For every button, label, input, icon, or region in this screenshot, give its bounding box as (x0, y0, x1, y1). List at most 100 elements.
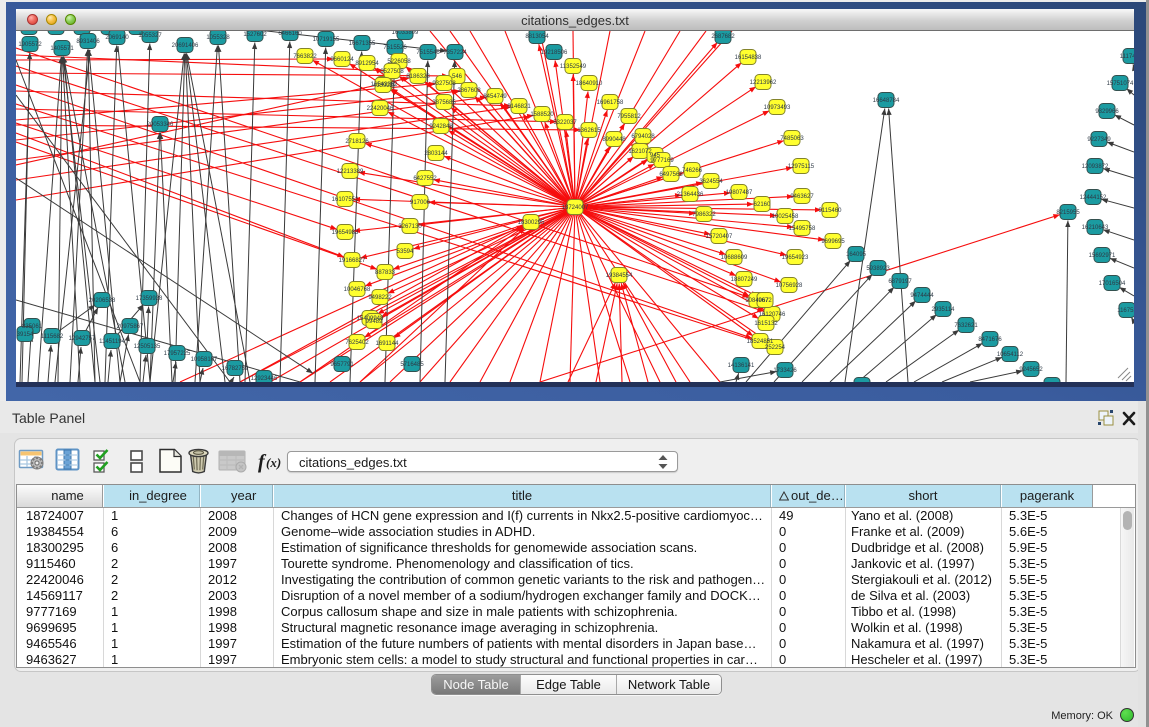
svg-text:7515526: 7515526 (383, 45, 407, 51)
svg-text:917006: 917006 (410, 200, 431, 206)
svg-text:16961758: 16961758 (597, 100, 624, 106)
svg-text:1362615: 1362615 (577, 128, 601, 134)
svg-text:10046768: 10046768 (344, 287, 371, 293)
svg-text:7515546: 7515546 (416, 50, 440, 56)
svg-text:12213962: 12213962 (750, 80, 777, 86)
svg-text:10654112: 10654112 (997, 352, 1024, 358)
svg-text:11352549: 11352549 (560, 64, 587, 70)
svg-text:15495758: 15495758 (789, 226, 816, 232)
svg-text:21364436: 21364436 (677, 192, 704, 198)
svg-text:53594: 53594 (397, 249, 414, 255)
svg-text:16648784: 16648784 (873, 98, 900, 104)
svg-text:6466160: 6466160 (278, 31, 302, 37)
svg-text:10719155: 10719155 (313, 37, 340, 43)
svg-text:1615132: 1615132 (754, 321, 778, 327)
svg-text:1405571: 1405571 (50, 46, 74, 52)
svg-text:1115682: 1115682 (41, 334, 64, 340)
svg-text:16033809: 16033809 (392, 31, 419, 36)
svg-text:9327508: 9327508 (432, 81, 456, 87)
svg-text:2867608: 2867608 (457, 88, 481, 94)
svg-text:8813054: 8813054 (525, 34, 549, 40)
svg-text:7625402: 7625402 (345, 340, 369, 346)
svg-text:8912954: 8912954 (355, 61, 379, 67)
svg-text:7357224: 7357224 (443, 50, 467, 56)
svg-text:10973493: 10973493 (764, 105, 791, 111)
svg-text:7986322: 7986322 (692, 212, 716, 218)
svg-text:20206538: 20206538 (89, 298, 116, 304)
svg-text:1055327: 1055327 (138, 33, 162, 39)
svg-text:9474444: 9474444 (910, 293, 934, 299)
svg-text:1621072: 1621072 (628, 149, 652, 155)
svg-text:2069140: 2069140 (105, 35, 129, 41)
svg-text:9699695: 9699695 (821, 239, 845, 245)
svg-text:9660124: 9660124 (330, 57, 354, 63)
svg-text:15692971: 15692971 (1089, 253, 1116, 259)
svg-text:20975867: 20975867 (117, 324, 144, 330)
svg-text:15751074: 15751074 (1107, 81, 1134, 87)
svg-text:7955812: 7955812 (617, 114, 641, 120)
svg-text:1588520: 1588520 (530, 112, 554, 118)
svg-text:5938923: 5938923 (866, 266, 890, 272)
svg-text:(x): (x) (266, 455, 281, 470)
svg-text:15720407: 15720407 (706, 234, 733, 240)
svg-text:6794028: 6794028 (631, 134, 655, 140)
svg-text:17957225: 17957225 (164, 351, 191, 357)
svg-text:19166827: 19166827 (339, 258, 366, 264)
svg-text:18724007: 18724007 (562, 205, 589, 211)
svg-text:9657791: 9657791 (330, 362, 354, 368)
svg-text:10958107: 10958107 (191, 357, 218, 363)
svg-text:7632621: 7632621 (954, 323, 978, 329)
svg-text:16782759: 16782759 (222, 366, 249, 372)
svg-text:835061: 835061 (22, 324, 43, 330)
svg-text:10756928: 10756928 (776, 283, 803, 289)
svg-text:9463627: 9463627 (790, 194, 814, 200)
svg-text:1733426: 1733426 (773, 368, 797, 374)
svg-text:164095: 164095 (846, 252, 867, 258)
svg-text:5226058: 5226058 (387, 59, 411, 65)
svg-text:433922: 433922 (373, 83, 394, 89)
svg-text:22420046: 22420046 (367, 106, 394, 112)
svg-text:8990448: 8990448 (602, 137, 626, 143)
svg-text:9672: 9672 (758, 298, 772, 304)
svg-text:6427552: 6427552 (413, 176, 437, 182)
svg-text:9227349: 9227349 (1087, 137, 1111, 143)
svg-text:9329966: 9329966 (1095, 109, 1119, 115)
svg-text:16107552: 16107552 (332, 197, 359, 203)
svg-text:746266: 746266 (682, 168, 703, 174)
svg-text:546: 546 (452, 74, 463, 80)
svg-text:1905572: 1905572 (18, 42, 42, 48)
svg-text:1117404: 1117404 (1120, 54, 1134, 60)
svg-text:19384554: 19384554 (606, 273, 633, 279)
svg-text:9777169: 9777169 (650, 158, 674, 164)
svg-text:252254: 252254 (765, 345, 786, 351)
svg-text:8454749: 8454749 (483, 94, 507, 100)
svg-text:16120746: 16120746 (759, 312, 786, 318)
svg-text:9498222: 9498222 (368, 295, 392, 301)
svg-text:18640910: 18640910 (576, 81, 603, 87)
svg-text:12505135: 12505135 (134, 344, 161, 350)
svg-text:19218506: 19218506 (541, 50, 568, 56)
svg-text:16210643: 16210643 (1082, 225, 1109, 231)
svg-text:12213389: 12213389 (337, 169, 364, 175)
svg-text:9527508: 9527508 (380, 69, 404, 75)
svg-text:1527602: 1527602 (243, 32, 267, 38)
svg-text:14136141: 14136141 (728, 363, 755, 369)
svg-text:12942757: 12942757 (69, 336, 96, 342)
svg-text:5322037: 5322037 (553, 120, 577, 126)
svg-text:8931406: 8931406 (76, 39, 100, 45)
svg-text:6879197: 6879197 (888, 279, 912, 285)
svg-text:1055328: 1055328 (206, 35, 230, 41)
svg-text:3875685: 3875685 (432, 100, 456, 106)
svg-text:2935114: 2935114 (932, 307, 956, 313)
svg-text:9146821: 9146821 (507, 104, 531, 110)
svg-text:10807487: 10807487 (726, 190, 753, 196)
svg-text:116753: 116753 (1117, 308, 1134, 314)
svg-text:6497568: 6497568 (659, 172, 683, 178)
svg-text:19654923: 19654923 (782, 255, 809, 261)
svg-text:10025458: 10025458 (772, 214, 799, 220)
svg-text:8186328: 8186328 (406, 74, 430, 80)
svg-text:39154: 39154 (17, 332, 34, 338)
svg-text:10688609: 10688609 (721, 255, 748, 261)
svg-text:99489: 99489 (366, 319, 383, 325)
svg-text:17359928: 17359928 (136, 296, 163, 302)
